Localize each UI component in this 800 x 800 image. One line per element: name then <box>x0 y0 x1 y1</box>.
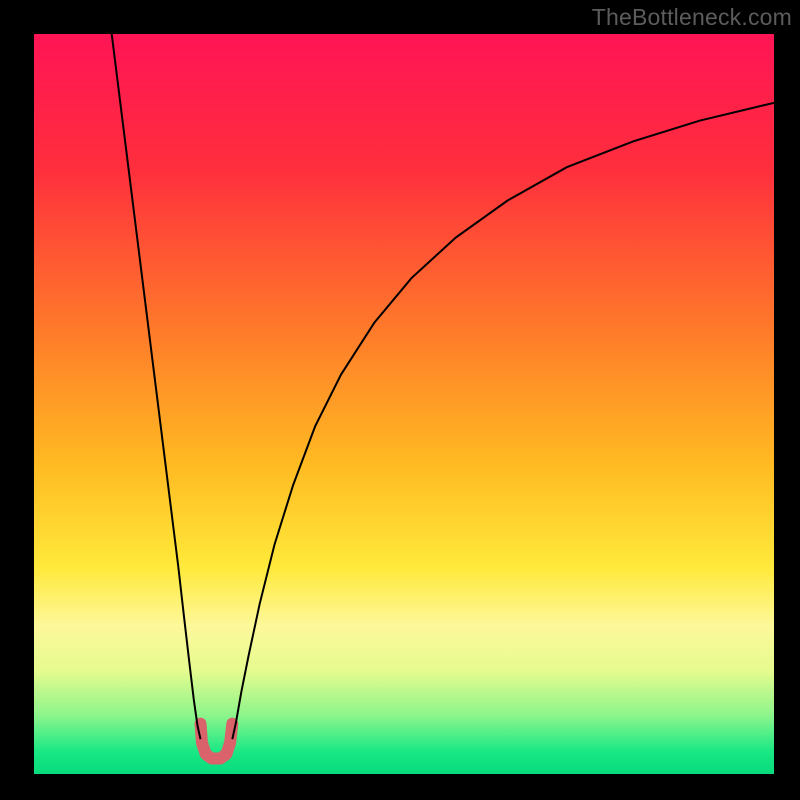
plot-area <box>34 34 774 774</box>
bottleneck-curve-chart <box>34 34 774 774</box>
watermark-text: TheBottleneck.com <box>592 4 792 31</box>
chart-frame: TheBottleneck.com <box>0 0 800 800</box>
gradient-background <box>34 34 774 774</box>
